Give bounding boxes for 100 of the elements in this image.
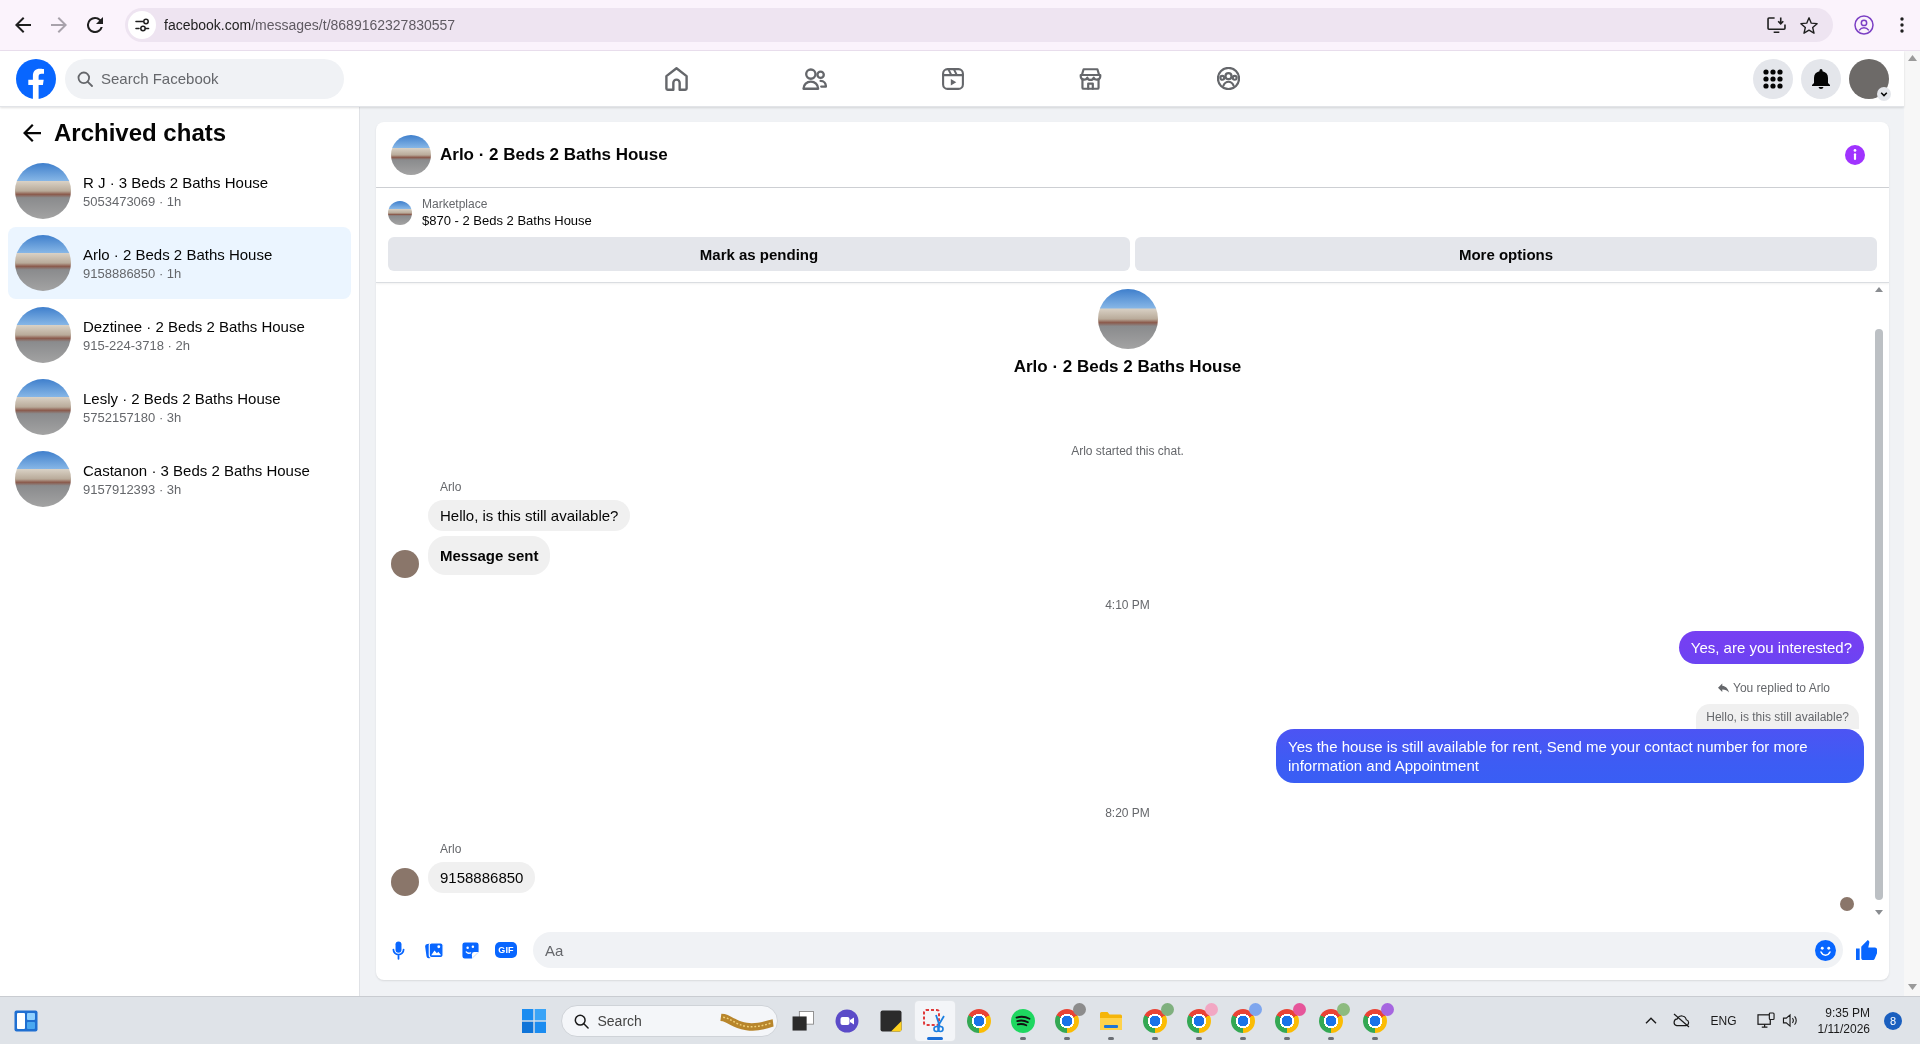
photo-placeholder bbox=[15, 379, 71, 435]
widgets-icon bbox=[14, 1009, 38, 1032]
microphone-icon bbox=[391, 940, 405, 960]
avatar bbox=[391, 550, 419, 578]
photo-placeholder bbox=[388, 201, 412, 225]
thumbs-up-icon bbox=[1855, 940, 1877, 960]
message-bubble: Yes the house is still available for rent, Send me your contact number for more information and Appointment bbox=[1276, 729, 1864, 783]
sender-name: Arlo bbox=[440, 841, 462, 857]
reply-note: You replied to Arlo bbox=[1733, 680, 1830, 696]
browser-icon bbox=[1274, 1008, 1299, 1033]
clock-date[interactable]: 1/11/2026 bbox=[1817, 1020, 1870, 1037]
notifications-button[interactable] bbox=[1801, 58, 1841, 99]
browser-icon bbox=[1362, 1008, 1387, 1033]
chat-preview: 9158886850 · 1h bbox=[83, 264, 183, 282]
message-input[interactable]: Aa bbox=[533, 932, 1843, 968]
chat-preview: 915-224-3718 · 2h bbox=[83, 336, 191, 354]
image-icon bbox=[424, 940, 444, 960]
account-button[interactable] bbox=[1849, 58, 1889, 99]
timestamp: 4:10 PM bbox=[1105, 597, 1150, 613]
chat-list-item[interactable]: Lesly · 2 Beds 2 Baths House 5752157180 · 3h bbox=[8, 371, 351, 443]
conversation-title: Arlo · 2 Beds 2 Baths House bbox=[440, 144, 668, 165]
back-button[interactable] bbox=[22, 123, 42, 143]
avatar bbox=[391, 868, 419, 896]
sticky-note-icon bbox=[879, 1009, 902, 1032]
message-bubble: Message sent bbox=[428, 536, 551, 575]
network-icon[interactable] bbox=[1756, 1012, 1776, 1029]
back-arrow-icon bbox=[14, 17, 31, 33]
sidebar-title: Archived chats bbox=[54, 118, 227, 148]
search-field[interactable]: Search Facebook bbox=[65, 58, 344, 99]
action-button[interactable]: Mark as pending bbox=[388, 237, 1130, 271]
message-bubble: 9158886850 bbox=[428, 862, 536, 893]
people-icon bbox=[802, 67, 827, 90]
chevron-down-icon bbox=[1877, 86, 1891, 101]
forward-arrow-icon bbox=[50, 17, 67, 33]
emoji-button[interactable] bbox=[1813, 938, 1837, 962]
url-text: facebook.com/messages/t/8689162327830557 bbox=[164, 17, 456, 33]
menu-button[interactable] bbox=[1753, 58, 1793, 99]
home-icon bbox=[665, 66, 688, 91]
address-bar[interactable]: facebook.com/messages/t/8689162327830557 bbox=[125, 8, 1833, 42]
scroll-down-icon[interactable] bbox=[1907, 984, 1917, 990]
scissors-icon bbox=[922, 1008, 947, 1033]
browser-icon bbox=[1318, 1008, 1343, 1033]
sender-name: Arlo bbox=[440, 479, 462, 495]
photo-placeholder bbox=[391, 134, 431, 175]
clock-time[interactable]: 9:35 PM bbox=[1825, 1004, 1870, 1021]
search-icon bbox=[573, 1013, 589, 1029]
browser-icon bbox=[1186, 1008, 1211, 1033]
sticker-icon bbox=[460, 940, 480, 960]
chat-list-item[interactable]: R J · 3 Beds 2 Baths House 5053473069 · 1h bbox=[8, 155, 351, 227]
reload-icon bbox=[86, 17, 103, 33]
install-app-icon[interactable] bbox=[1767, 17, 1786, 33]
notification-count[interactable]: 8 bbox=[1884, 1011, 1902, 1030]
system-notice: Arlo started this chat. bbox=[1071, 443, 1184, 459]
photo-placeholder bbox=[15, 451, 71, 507]
chat-name: R J · 3 Beds 2 Baths House bbox=[83, 172, 269, 193]
snipping-tool-button[interactable] bbox=[914, 1000, 955, 1041]
profile-icon[interactable] bbox=[1854, 15, 1874, 35]
scrollbar-thumb[interactable] bbox=[1875, 329, 1883, 900]
browser-icon bbox=[1142, 1008, 1167, 1033]
conversation-intro-title: Arlo · 2 Beds 2 Baths House bbox=[1013, 356, 1242, 378]
windows-logo-icon bbox=[521, 1008, 546, 1033]
chevron-up-icon bbox=[1645, 1017, 1658, 1024]
browser-icon bbox=[1054, 1008, 1079, 1033]
info-button[interactable] bbox=[1843, 142, 1867, 167]
chat-list-item[interactable]: Arlo · 2 Beds 2 Baths House 9158886850 · 1h bbox=[8, 227, 351, 299]
message-bubble: Yes, are you interested? bbox=[1678, 631, 1864, 664]
chat-list-item[interactable]: Deztinee · 2 Beds 2 Baths House 915-224-3718 · 2h bbox=[8, 299, 351, 371]
avatar bbox=[1849, 58, 1889, 99]
photo-placeholder bbox=[15, 163, 71, 219]
search-field[interactable]: Search bbox=[560, 1004, 778, 1037]
group-icon bbox=[1217, 67, 1240, 90]
gif-button[interactable]: GIF bbox=[488, 932, 524, 968]
chat-preview: 5053473069 · 1h bbox=[83, 192, 183, 210]
logo-icon[interactable] bbox=[16, 58, 56, 99]
action-button[interactable]: More options bbox=[1135, 237, 1877, 271]
bookmark-star-icon[interactable] bbox=[1800, 16, 1818, 34]
volume-icon[interactable] bbox=[1781, 1013, 1799, 1028]
chat-preview: 5752157180 · 3h bbox=[83, 408, 183, 426]
scroll-up-icon[interactable] bbox=[1875, 287, 1883, 292]
quoted-message: Hello, is this still available? bbox=[1696, 704, 1859, 729]
avatar bbox=[1840, 897, 1854, 911]
reply-icon bbox=[1718, 683, 1730, 693]
site-settings-icon[interactable] bbox=[128, 11, 156, 39]
chat-list-item[interactable]: Castanon · 3 Beds 2 Baths House 9157912393 · 3h bbox=[8, 443, 351, 515]
search-icon bbox=[77, 70, 93, 87]
smiley-icon bbox=[1814, 939, 1836, 961]
menu-icon[interactable] bbox=[1900, 17, 1904, 33]
message-bubble: Hello, is this still available? bbox=[428, 500, 631, 531]
language-indicator[interactable]: ENG bbox=[1710, 1013, 1737, 1028]
bell-icon bbox=[1812, 68, 1830, 89]
browser-icon bbox=[966, 1008, 991, 1033]
chat-name: Deztinee · 2 Beds 2 Baths House bbox=[83, 316, 305, 337]
chat-name: Arlo · 2 Beds 2 Baths House bbox=[83, 244, 273, 265]
browser-icon bbox=[1230, 1008, 1255, 1033]
cloud-off-icon[interactable] bbox=[1672, 1013, 1692, 1028]
video-call-icon bbox=[834, 1008, 859, 1033]
scroll-up-icon[interactable] bbox=[1907, 55, 1917, 61]
folder-icon bbox=[1098, 1010, 1123, 1031]
scroll-down-icon[interactable] bbox=[1875, 910, 1883, 915]
music-app-icon bbox=[1010, 1008, 1035, 1033]
